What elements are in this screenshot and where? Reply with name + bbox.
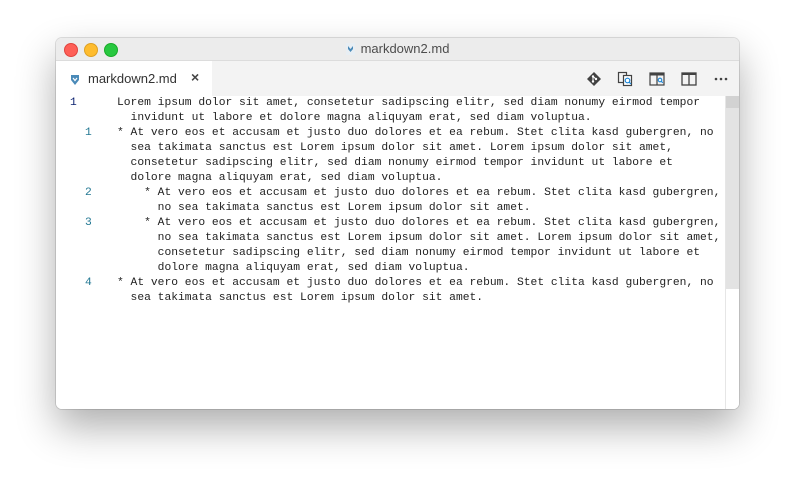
- markdown-file-icon: [345, 43, 355, 59]
- line-number: 1: [85, 127, 92, 139]
- editor-area[interactable]: 1 Lorem ipsum dolor sit amet, consetetur …: [56, 96, 739, 409]
- editor-line[interactable]: Lorem ipsum dolor sit amet, consetetur s…: [117, 96, 700, 111]
- editor-line[interactable]: dolore magna aliquyam erat, sed diam vol…: [117, 261, 470, 276]
- editor-line[interactable]: dolore magna aliquyam erat, sed diam vol…: [117, 171, 443, 186]
- scrollbar-cursor-marker: [726, 96, 739, 108]
- tab-markdown2[interactable]: markdown2.md ×: [56, 61, 212, 96]
- title-bar: markdown2.md: [56, 38, 739, 61]
- split-editor-icon[interactable]: [680, 70, 698, 88]
- editor-line[interactable]: * At vero eos et accusam et justo duo do…: [117, 126, 714, 141]
- line-number: 1: [70, 97, 77, 109]
- scrollbar-thumb[interactable]: [726, 96, 739, 289]
- window-title-text: markdown2.md: [360, 41, 450, 56]
- more-actions-icon[interactable]: [712, 70, 730, 88]
- line-number: 3: [85, 217, 92, 229]
- git-compare-icon[interactable]: [585, 70, 603, 88]
- editor-line[interactable]: consetetur sadipscing elitr, sed diam no…: [117, 156, 673, 171]
- editor-line[interactable]: sea takimata sanctus est Lorem ipsum dol…: [117, 141, 673, 156]
- open-preview-icon[interactable]: [648, 70, 666, 88]
- tab-close-icon[interactable]: ×: [191, 69, 199, 85]
- open-changes-icon[interactable]: [616, 70, 634, 88]
- markdown-file-icon: [70, 73, 80, 91]
- editor-line[interactable]: sea takimata sanctus est Lorem ipsum dol…: [117, 291, 484, 306]
- line-number: 4: [85, 277, 92, 289]
- line-number: 2: [85, 187, 92, 199]
- editor-line[interactable]: * At vero eos et accusam et justo duo do…: [117, 276, 714, 291]
- window-title: markdown2.md: [56, 41, 739, 59]
- editor-line[interactable]: no sea takimata sanctus est Lorem ipsum …: [117, 231, 721, 246]
- tab-label: markdown2.md: [88, 71, 177, 86]
- tab-bar: markdown2.md ×: [56, 61, 739, 96]
- editor-window: markdown2.md markdown2.md × 1 Lorem ipsu…: [56, 38, 739, 409]
- editor-line[interactable]: no sea takimata sanctus est Lorem ipsum …: [117, 201, 531, 216]
- editor-line[interactable]: invidunt ut labore et dolore magna aliqu…: [117, 111, 592, 126]
- editor-line[interactable]: * At vero eos et accusam et justo duo do…: [117, 216, 720, 231]
- editor-line[interactable]: * At vero eos et accusam et justo duo do…: [117, 186, 720, 201]
- editor-line[interactable]: consetetur sadipscing elitr, sed diam no…: [117, 246, 700, 261]
